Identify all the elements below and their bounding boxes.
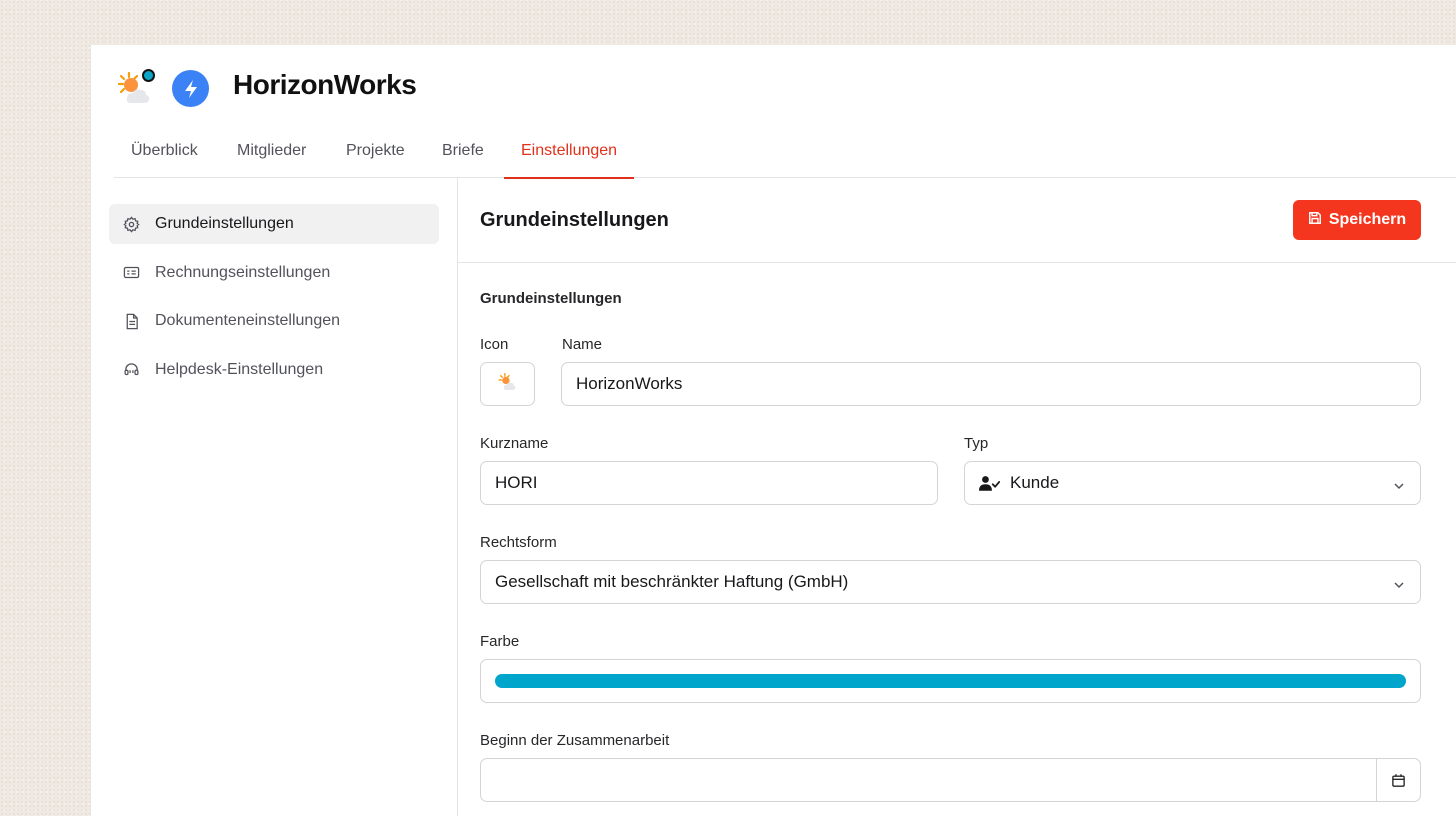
status-dot <box>142 69 155 82</box>
beginn-label: Beginn der Zusammenarbeit <box>480 732 670 749</box>
icon-picker-button[interactable] <box>480 362 535 406</box>
section-title: Grundeinstellungen <box>480 290 622 307</box>
bolt-icon <box>172 70 209 107</box>
gear-icon <box>123 215 140 233</box>
sidebar-item-label: Dokumenteneinstellungen <box>155 312 341 329</box>
kurzname-field[interactable]: HORI <box>480 461 938 505</box>
calendar-icon <box>1391 773 1406 788</box>
sidebar-item-label: Rechnungseinstellungen <box>155 263 331 281</box>
name-value: HorizonWorks <box>576 374 683 393</box>
save-button[interactable]: Speichern <box>1293 200 1421 240</box>
document-icon <box>123 313 140 330</box>
rechtsform-value: Gesellschaft mit beschränkter Haftung (G… <box>495 572 849 591</box>
beginn-date-input[interactable] <box>480 758 1421 802</box>
tab-ueberblick[interactable]: Überblick <box>114 130 215 178</box>
sidebar-item-helpdesk-einstellungen[interactable]: Helpdesk-Einstellungen <box>109 350 439 390</box>
chevron-down-icon <box>1393 576 1405 596</box>
headset-icon <box>123 361 140 378</box>
tab-projekte[interactable]: Projekte <box>329 130 422 178</box>
kurzname-value: HORI <box>495 473 538 492</box>
invoice-icon <box>123 264 140 281</box>
rechtsform-select[interactable]: Gesellschaft mit beschränkter Haftung (G… <box>480 560 1421 604</box>
tab-briefe[interactable]: Briefe <box>425 130 501 178</box>
icon-label: Icon <box>480 336 509 353</box>
app-title: HorizonWorks <box>233 69 417 100</box>
chevron-down-icon <box>1393 477 1405 497</box>
sidebar-item-label: Helpdesk-Einstellungen <box>155 360 324 378</box>
settings-sidebar: Grundeinstellungen Rechnungseinstellunge… <box>109 204 439 398</box>
divider <box>457 178 458 816</box>
sun-behind-cloud-icon <box>497 371 519 398</box>
typ-value: Kunde <box>1010 473 1060 492</box>
farbe-label: Farbe <box>480 633 520 650</box>
tab-mitglieder[interactable]: Mitglieder <box>220 130 323 178</box>
save-button-label: Speichern <box>1328 211 1407 228</box>
sidebar-item-rechnungseinstellungen[interactable]: Rechnungseinstellungen <box>109 253 439 293</box>
typ-label: Typ <box>964 435 989 452</box>
kurzname-label: Kurzname <box>480 435 549 452</box>
brand: HorizonWorks <box>115 67 417 109</box>
user-check-icon <box>979 475 1000 492</box>
sidebar-item-label: Grundeinstellungen <box>155 215 294 232</box>
name-field[interactable]: HorizonWorks <box>561 362 1421 406</box>
sun-behind-cloud-icon <box>115 67 155 109</box>
sidebar-item-grundeinstellungen[interactable]: Grundeinstellungen <box>109 204 439 244</box>
calendar-button[interactable] <box>1376 759 1420 801</box>
tab-bar: Überblick Mitglieder Projekte Briefe Ein… <box>114 130 1456 179</box>
color-picker[interactable] <box>480 659 1421 703</box>
rechtsform-label: Rechtsform <box>480 534 557 551</box>
save-icon <box>1308 211 1322 230</box>
app-card: HorizonWorks Überblick Mitglieder Projek… <box>91 45 1456 816</box>
color-swatch <box>495 674 1406 688</box>
tab-einstellungen[interactable]: Einstellungen <box>504 130 635 179</box>
sidebar-item-dokumenteneinstellungen[interactable]: Dokumenteneinstellungen <box>109 301 439 341</box>
page-title: Grundeinstellungen <box>480 209 669 231</box>
name-label: Name <box>562 336 603 353</box>
typ-select[interactable]: Kunde <box>964 461 1421 505</box>
main-header: Grundeinstellungen Speichern <box>458 178 1456 263</box>
